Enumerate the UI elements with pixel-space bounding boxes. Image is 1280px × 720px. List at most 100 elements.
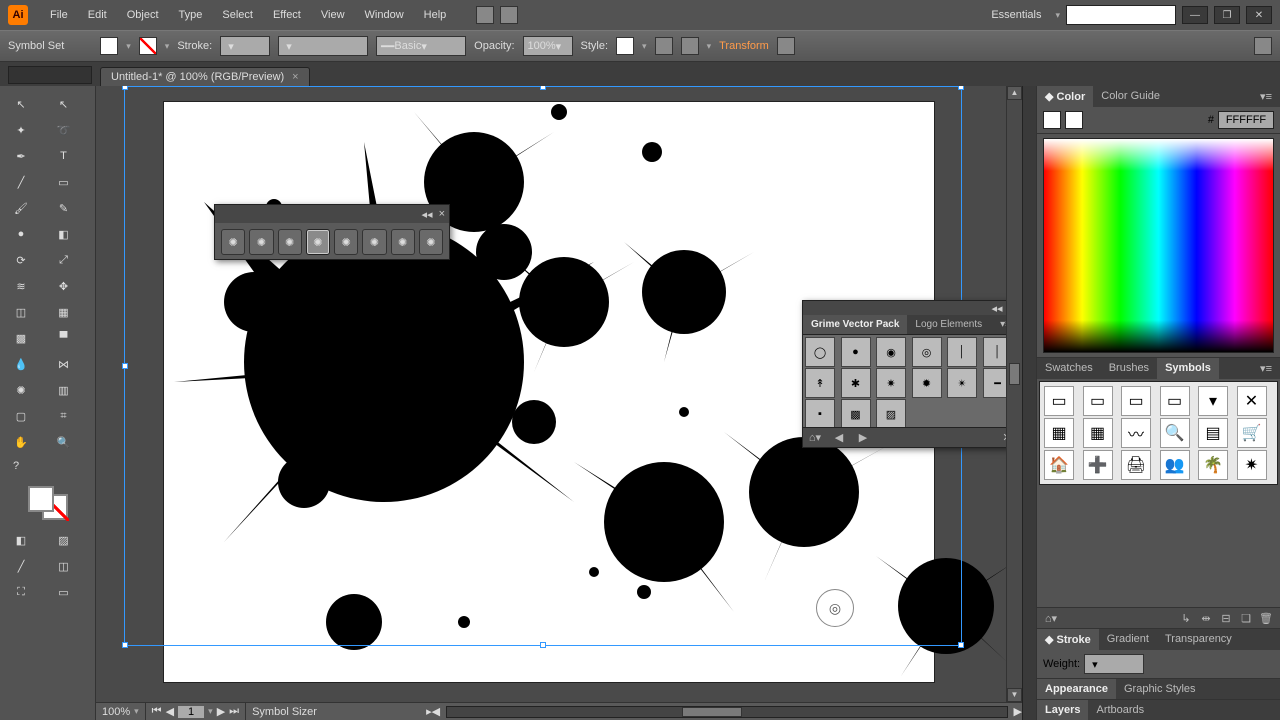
symbol-thumbnail[interactable]: ✷: [876, 368, 906, 398]
panel-menu-icon[interactable]: ▾≡: [1252, 358, 1280, 379]
draw-mode-icon[interactable]: ◫: [49, 554, 79, 578]
symbolism-tools-tearoff[interactable]: ◂◂ × ✺✺✺✺✺✺✺✺: [214, 204, 450, 260]
stroke-weight-select[interactable]: ▾: [220, 36, 270, 56]
blend-tool[interactable]: ⋈: [49, 352, 79, 376]
paintbrush-tool[interactable]: 🖌: [6, 196, 36, 220]
type-tool[interactable]: T: [49, 144, 79, 168]
workspace-switcher[interactable]: Essentials: [983, 7, 1049, 23]
symbol-thumbnail[interactable]: ▨: [876, 399, 906, 427]
tab-graphic-styles[interactable]: Graphic Styles: [1116, 679, 1204, 699]
close-button[interactable]: ✕: [1246, 6, 1272, 24]
close-tab-icon[interactable]: ×: [292, 71, 298, 83]
symbol-sprayer-button[interactable]: ✺: [221, 229, 245, 255]
column-graph-tool[interactable]: ▥: [49, 378, 79, 402]
symbol-thumbnail[interactable]: ▪: [805, 399, 835, 427]
transform-link[interactable]: Transform: [719, 40, 769, 52]
symbol-swatch[interactable]: ▦: [1044, 418, 1074, 448]
symbol-swatch[interactable]: 🏠: [1044, 450, 1074, 480]
help-tool[interactable]: ?: [6, 454, 36, 478]
gradient-tool[interactable]: ▀: [49, 326, 79, 350]
minimize-button[interactable]: —: [1182, 6, 1208, 24]
symbol-stainer-button[interactable]: ✺: [362, 229, 386, 255]
magic-wand-tool[interactable]: ✦: [6, 118, 36, 142]
pen-tool[interactable]: ✒: [6, 144, 36, 168]
symbol-swatch[interactable]: 🔍: [1160, 418, 1190, 448]
break-link-icon[interactable]: ⇹: [1198, 611, 1214, 625]
symbol-screener-button[interactable]: ✺: [391, 229, 415, 255]
symbols-library-panel[interactable]: ◂◂× Grime Vector Pack Logo Elements ▾≡ ◯…: [802, 300, 1020, 448]
zoom-tool[interactable]: 🔍: [49, 430, 79, 454]
change-screen-icon[interactable]: ▭: [49, 580, 79, 604]
document-tab[interactable]: Untitled-1* @ 100% (RGB/Preview) ×: [100, 67, 310, 86]
menu-object[interactable]: Object: [117, 9, 169, 21]
tab-appearance[interactable]: Appearance: [1037, 679, 1116, 699]
canvas-area[interactable]: ◂◂ × ✺✺✺✺✺✺✺✺ ◂◂× Grime Vector Pack Logo…: [96, 86, 1022, 720]
variable-width-select[interactable]: ▾: [278, 36, 368, 56]
scrollbar-thumb[interactable]: [682, 707, 742, 717]
scale-tool[interactable]: ⤢: [49, 248, 79, 272]
maximize-button[interactable]: ❐: [1214, 6, 1240, 24]
hex-input[interactable]: FFFFFF: [1218, 111, 1274, 129]
fill-swatch-mini[interactable]: [1043, 111, 1061, 129]
tab-color[interactable]: ◆ Color: [1037, 86, 1093, 107]
panel-menu-icon[interactable]: ▾≡: [1252, 86, 1280, 107]
tab-brushes[interactable]: Brushes: [1101, 358, 1157, 379]
mesh-tool[interactable]: ▩: [6, 326, 36, 350]
symbol-swatch[interactable]: 🌴: [1198, 450, 1228, 480]
menu-edit[interactable]: Edit: [78, 9, 117, 21]
rotate-tool[interactable]: ⟳: [6, 248, 36, 272]
symbol-styler-button[interactable]: ✺: [419, 229, 443, 255]
align-icon[interactable]: [681, 37, 699, 55]
symbol-swatch[interactable]: ▭: [1160, 386, 1190, 416]
symbol-swatch[interactable]: ▦: [1083, 418, 1113, 448]
tab-symbols[interactable]: Symbols: [1157, 358, 1219, 379]
tab-artboards[interactable]: Artboards: [1088, 700, 1152, 720]
scroll-right-icon[interactable]: ▶: [1014, 705, 1022, 718]
symbol-swatch[interactable]: 🛒: [1237, 418, 1267, 448]
brush-select[interactable]: ━━ Basic ▾: [376, 36, 466, 56]
menu-help[interactable]: Help: [414, 9, 457, 21]
hand-tool[interactable]: ✋: [6, 430, 36, 454]
chevron-down-icon[interactable]: ▾: [1055, 10, 1060, 21]
horizontal-scrollbar[interactable]: [446, 706, 1007, 718]
perspective-grid-tool[interactable]: ▦: [49, 300, 79, 324]
lasso-tool[interactable]: ➰: [49, 118, 79, 142]
opacity-field[interactable]: 100% ▾: [523, 36, 573, 56]
new-symbol-icon[interactable]: ❏: [1238, 611, 1254, 625]
last-artboard-icon[interactable]: ⏭: [229, 705, 239, 718]
gradient-mode-icon[interactable]: ▨: [49, 528, 79, 552]
menu-select[interactable]: Select: [212, 9, 263, 21]
tab-layers[interactable]: Layers: [1037, 700, 1088, 720]
symbol-thumbnail[interactable]: ✱: [841, 368, 871, 398]
eraser-tool[interactable]: ◧: [49, 222, 79, 246]
tab-gradient[interactable]: Gradient: [1099, 629, 1157, 650]
menu-view[interactable]: View: [311, 9, 355, 21]
style-swatch[interactable]: [616, 37, 634, 55]
symbol-swatch[interactable]: ▭: [1083, 386, 1113, 416]
screen-mode-tool-icon[interactable]: ⛶: [6, 580, 36, 604]
symbol-thumbnail[interactable]: ✴: [947, 368, 977, 398]
tab-transparency[interactable]: Transparency: [1157, 629, 1240, 650]
search-input[interactable]: [1066, 5, 1176, 25]
artboard-number[interactable]: 1: [178, 706, 204, 718]
zoom-field[interactable]: 100%▾: [96, 703, 146, 720]
slice-tool[interactable]: ⌗: [49, 404, 79, 428]
selection-tool[interactable]: ↖: [6, 92, 36, 116]
symbol-sprayer-tool[interactable]: ✺: [6, 378, 36, 402]
direct-selection-tool[interactable]: ↖: [49, 92, 79, 116]
symbol-swatch[interactable]: ▭: [1044, 386, 1074, 416]
color-mode-icon[interactable]: ◧: [6, 528, 36, 552]
tab-swatches[interactable]: Swatches: [1037, 358, 1101, 379]
symbol-thumbnail[interactable]: ✹: [912, 368, 942, 398]
width-tool[interactable]: ≋: [6, 274, 36, 298]
pencil-tool[interactable]: ✎: [49, 196, 79, 220]
symbol-thumbnail[interactable]: ◎: [912, 337, 942, 367]
eyedropper-tool[interactable]: 💧: [6, 352, 36, 376]
stroke-swatch-mini[interactable]: [1065, 111, 1083, 129]
fill-color[interactable]: [28, 486, 54, 512]
none-mode-icon[interactable]: ╱: [6, 554, 36, 578]
blob-brush-tool[interactable]: ●: [6, 222, 36, 246]
next-library-icon[interactable]: ▶: [855, 431, 871, 445]
library-menu-icon[interactable]: ⌂▾: [807, 431, 823, 445]
symbol-shifter-button[interactable]: ✺: [249, 229, 273, 255]
